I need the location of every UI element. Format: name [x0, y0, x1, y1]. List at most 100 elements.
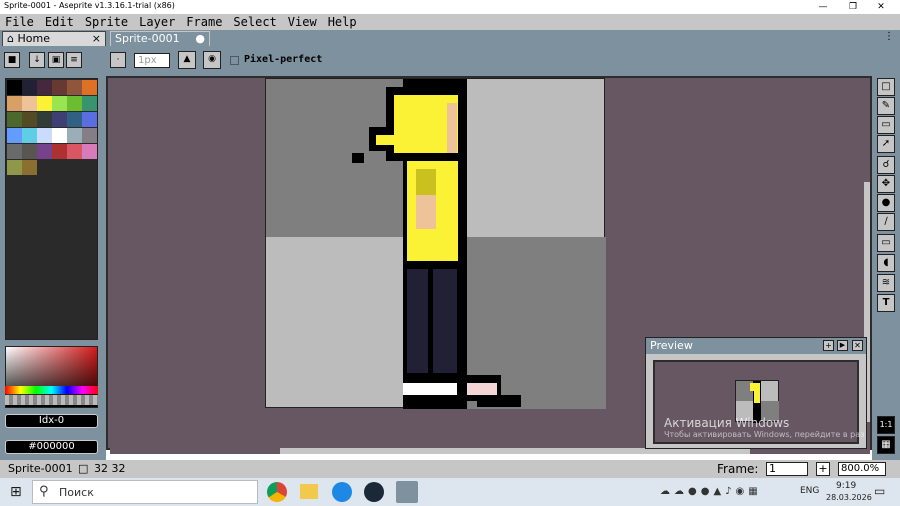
timeline-toggle-icon[interactable]: ▦	[877, 436, 895, 454]
palette-swatch[interactable]	[67, 144, 82, 159]
palette-swatch[interactable]	[82, 128, 97, 143]
preview-zoom-icon[interactable]: +	[823, 340, 834, 351]
tab-sprite-label: Sprite-0001	[115, 32, 180, 45]
palette-swatch[interactable]	[82, 144, 97, 159]
palette-swatch[interactable]	[22, 160, 37, 175]
preview-play-icon[interactable]: ▶	[837, 340, 848, 351]
spray-tool-icon[interactable]: ≋	[877, 274, 895, 292]
menu-select[interactable]: Select	[228, 14, 282, 30]
palette-swatch[interactable]	[52, 128, 67, 143]
tray-icons[interactable]: ☁☁●●▲♪◉▦	[660, 486, 762, 497]
edge-icon[interactable]	[332, 482, 352, 502]
pencil-tool-icon[interactable]: ✎	[877, 97, 895, 115]
menu-file[interactable]: File	[0, 14, 40, 30]
chrome-icon[interactable]	[267, 482, 287, 502]
tab-home-close-icon[interactable]: ×	[92, 32, 101, 46]
alpha-slider[interactable]	[5, 395, 98, 405]
pixel-perfect-checkbox[interactable]	[230, 56, 239, 65]
marquee-tool-icon[interactable]: □	[877, 78, 895, 96]
shoe-left	[403, 383, 457, 395]
palette-swatch[interactable]	[7, 96, 22, 111]
palette-swatch[interactable]	[67, 80, 82, 95]
windows-start-icon[interactable]: ⊞	[10, 484, 22, 500]
pants-line	[428, 269, 433, 373]
sprite-canvas[interactable]	[265, 78, 606, 409]
palette-swatch[interactable]	[37, 80, 52, 95]
size-icon: □	[78, 462, 89, 475]
palette-swatch[interactable]	[7, 144, 22, 159]
taskbar-search[interactable]: ⚲ Поиск	[32, 480, 258, 504]
list-icon[interactable]: ≡	[66, 52, 82, 68]
palette-swatch[interactable]	[22, 112, 37, 127]
menu-help[interactable]: Help	[323, 14, 363, 30]
palette-swatch[interactable]	[52, 144, 67, 159]
palette-swatch[interactable]	[67, 112, 82, 127]
tabs-menu-icon[interactable]: ⋮	[884, 31, 894, 42]
save-icon[interactable]: ▣	[48, 52, 64, 68]
hue-slider[interactable]	[5, 386, 98, 394]
brush-type-icon[interactable]: ·	[110, 52, 126, 68]
palette-swatch[interactable]	[37, 144, 52, 159]
zoom-tool-icon[interactable]: ☌	[877, 156, 895, 174]
symmetry-icon[interactable]: ◉	[203, 51, 221, 69]
palette-swatch[interactable]	[37, 96, 52, 111]
minimize-button[interactable]: —	[808, 0, 838, 14]
contour-tool-icon[interactable]: ◖	[877, 254, 895, 272]
tabs-bar: ⌂ Home × Sprite-0001 ● ⋮	[0, 30, 900, 46]
palette-swatch[interactable]	[7, 80, 22, 95]
palette-swatch[interactable]	[22, 128, 37, 143]
download-icon[interactable]: ↓	[29, 52, 45, 68]
eyedropper-tool-icon[interactable]: ➚	[877, 135, 895, 153]
menu-sprite[interactable]: Sprite	[80, 14, 134, 30]
menu-layer[interactable]: Layer	[134, 14, 181, 30]
palette-swatch[interactable]	[22, 80, 37, 95]
color-index-field[interactable]: Idx-0	[5, 414, 98, 428]
palette-swatch[interactable]	[82, 112, 97, 127]
steam-icon[interactable]	[364, 482, 384, 502]
tab-sprite[interactable]: Sprite-0001 ●	[110, 31, 210, 46]
palette-swatch[interactable]	[7, 128, 22, 143]
palette-swatch[interactable]	[7, 160, 22, 175]
color-hex-field[interactable]: #000000	[5, 440, 98, 454]
palette-swatch[interactable]	[37, 112, 52, 127]
language-indicator[interactable]: ENG	[800, 486, 819, 496]
palette-swatch[interactable]	[7, 112, 22, 127]
zoom-1to1-icon[interactable]: 1:1	[877, 416, 895, 434]
text-tool-icon[interactable]: T	[877, 294, 895, 312]
notifications-icon[interactable]: ▭	[874, 484, 885, 498]
brush-size-input[interactable]: 1px	[134, 53, 170, 68]
menu-view[interactable]: View	[283, 14, 323, 30]
unsaved-dot-icon[interactable]: ●	[195, 32, 205, 46]
menu-frame[interactable]: Frame	[181, 14, 228, 30]
move-tool-icon[interactable]: ✥	[877, 175, 895, 193]
palette-swatch[interactable]	[22, 96, 37, 111]
palette-swatch[interactable]	[52, 96, 67, 111]
maximize-button[interactable]: ❐	[838, 0, 868, 14]
palette-swatch[interactable]	[22, 144, 37, 159]
palette-swatch[interactable]	[82, 80, 97, 95]
add-frame-button[interactable]: +	[816, 462, 830, 476]
lock-icon[interactable]: ■	[4, 52, 20, 68]
clock-date[interactable]: 28.03.2026	[826, 493, 872, 502]
file-explorer-icon[interactable]	[300, 484, 318, 499]
palette-swatch[interactable]	[82, 96, 97, 111]
preview-close-icon[interactable]: ✕	[852, 340, 863, 351]
palette-swatch[interactable]	[52, 112, 67, 127]
eraser-tool-icon[interactable]: ▭	[877, 116, 895, 134]
tab-home-label: Home	[17, 32, 50, 45]
palette-swatch[interactable]	[52, 80, 67, 95]
line-tool-icon[interactable]: ∕	[877, 213, 895, 231]
aseprite-taskbar-icon[interactable]	[396, 481, 418, 503]
palette-swatch[interactable]	[67, 128, 82, 143]
zoom-input[interactable]: 800.0%	[838, 462, 886, 476]
tab-home[interactable]: ⌂ Home ×	[2, 31, 106, 46]
fill-tool-icon[interactable]: ●	[877, 194, 895, 212]
close-window-button[interactable]: ✕	[866, 0, 896, 14]
ink-icon[interactable]: ▲	[178, 51, 196, 69]
palette-swatch[interactable]	[67, 96, 82, 111]
menu-edit[interactable]: Edit	[40, 14, 80, 30]
frame-input[interactable]: 1	[766, 462, 808, 476]
clock-time[interactable]: 9:19	[836, 481, 856, 491]
palette-swatch[interactable]	[37, 128, 52, 143]
rectangle-tool-icon[interactable]: ▭	[877, 234, 895, 252]
